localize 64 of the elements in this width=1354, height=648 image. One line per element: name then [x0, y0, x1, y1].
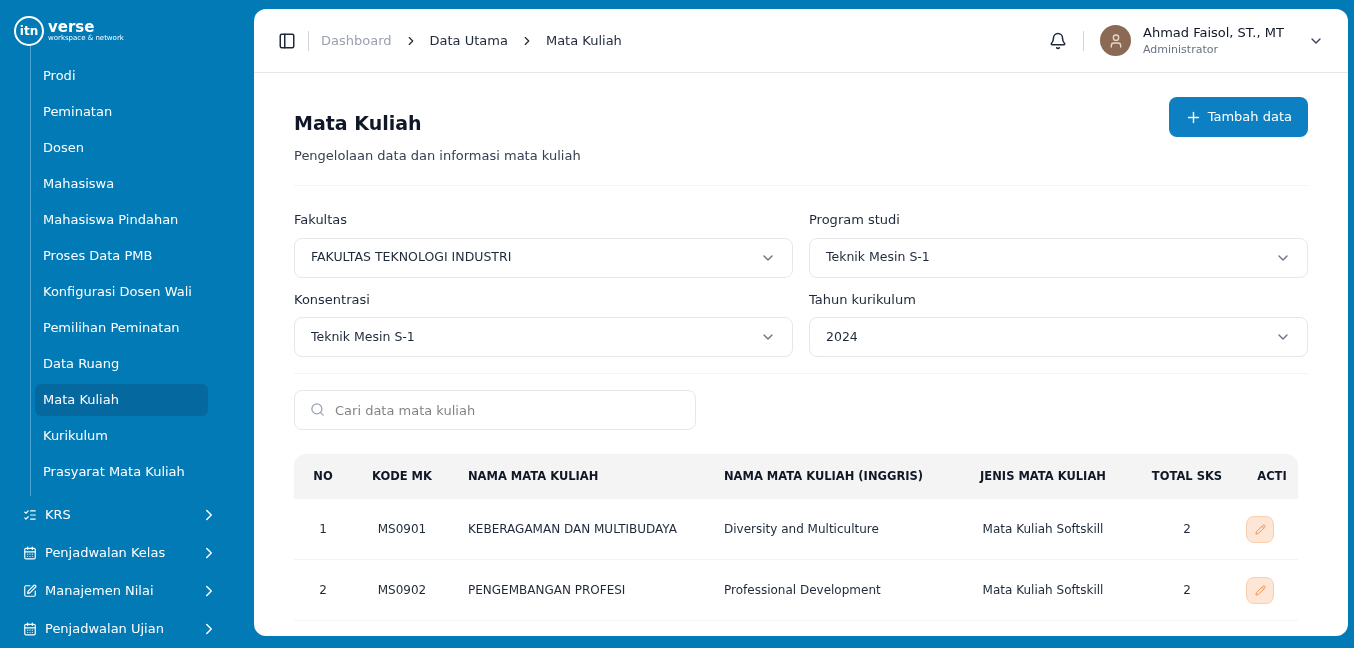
- sidebar-group[interactable]: Penjadwalan Kelas: [0, 534, 254, 572]
- sidebar-group[interactable]: Penjadwalan Ujian: [0, 610, 254, 648]
- column-header: NAMA MATA KULIAH: [467, 467, 600, 485]
- sidebar-subitem[interactable]: Dosen: [35, 132, 208, 164]
- table-cell-text: Mata Kuliah Softskill: [981, 521, 1105, 538]
- table-cell-text: Mata Kuliah Softskill: [981, 582, 1105, 599]
- filter-label: Fakultas: [294, 211, 349, 229]
- bell-icon[interactable]: [1049, 31, 1067, 50]
- table-cell-text: 2: [1182, 582, 1192, 599]
- sidebar-group[interactable]: KRS: [0, 496, 254, 534]
- search-field[interactable]: Cari data mata kuliah: [294, 390, 696, 430]
- calendar-icon: [23, 546, 37, 560]
- select-field[interactable]: Teknik Mesin S-1: [294, 317, 793, 357]
- filter-label: Tahun kurikulum: [809, 290, 917, 309]
- table-cell-text: PENGEMBANGAN PROFESI: [467, 582, 627, 599]
- sidebar-toggle-icon[interactable]: [278, 31, 296, 50]
- logo-mark: itn: [14, 16, 44, 46]
- table-cell-text: Professional Development: [723, 582, 882, 599]
- sidebar-subitem[interactable]: Kurikulum: [35, 420, 208, 452]
- sidebar-subitem[interactable]: Pemilihan Peminatan: [35, 312, 208, 344]
- column-header: NO: [312, 467, 334, 485]
- column-header: ACTI: [1256, 467, 1288, 485]
- column-header: JENIS MATA KULIAH: [978, 467, 1107, 485]
- select-field[interactable]: FAKULTAS TEKNOLOGI INDUSTRI: [294, 237, 793, 278]
- table-cell-text: KEBERAGAMAN DAN MULTIBUDAYA: [467, 521, 678, 538]
- user-name: Ahmad Faisol, ST., MT: [1143, 23, 1285, 42]
- select-field[interactable]: 2024: [809, 317, 1308, 357]
- table-cell-text: 2: [318, 582, 328, 599]
- sidebar-subitem[interactable]: Proses Data PMB: [35, 240, 208, 272]
- sidebar-subitem[interactable]: Peminatan: [35, 96, 208, 128]
- page-title: Mata Kuliah: [294, 111, 423, 136]
- column-header: NAMA MATA KULIAH (INGGRIS): [723, 467, 925, 485]
- logo-name: verse: [48, 20, 96, 35]
- table-cell-text: MS0902: [376, 582, 428, 599]
- table-cell-text: 1: [318, 521, 328, 538]
- select-field[interactable]: Teknik Mesin S-1: [809, 237, 1308, 278]
- breadcrumb-link[interactable]: Data Utama: [429, 30, 508, 51]
- sidebar-subitem[interactable]: Mahasiswa Pindahan: [35, 204, 208, 236]
- column-header: TOTAL SKS: [1150, 467, 1224, 485]
- sidebar-subitem[interactable]: Prasyarat Mata Kuliah: [35, 456, 208, 488]
- sidebar-subitem[interactable]: Mahasiswa: [35, 168, 208, 200]
- table-cell-text: MS0901: [376, 521, 428, 538]
- sidebar-group[interactable]: Manajemen Nilai: [0, 572, 254, 610]
- sidebar-subitem[interactable]: Mata Kuliah: [35, 384, 208, 416]
- search-icon: [310, 402, 325, 417]
- page-subtitle: Pengelolaan data dan informasi mata kuliah: [294, 146, 581, 165]
- checklist-icon: [23, 508, 37, 522]
- pencil-icon: [1254, 584, 1266, 596]
- column-header: KODE MK: [371, 467, 433, 485]
- user-role: Administrator: [1143, 42, 1219, 58]
- filter-label: Program studi: [809, 211, 901, 229]
- calendar-icon: [23, 622, 37, 636]
- sidebar-subitem[interactable]: Data Ruang: [35, 348, 208, 380]
- add-data-button[interactable]: Tambah data: [1168, 97, 1308, 137]
- edit-icon: [23, 584, 37, 598]
- avatar: [1100, 25, 1131, 56]
- breadcrumb-link[interactable]: Mata Kuliah: [545, 30, 622, 51]
- table-cell-text: 2: [1182, 521, 1192, 538]
- sidebar-subitem[interactable]: Konfigurasi Dosen Wali: [35, 276, 208, 308]
- table-cell-text: Diversity and Multiculture: [723, 521, 880, 538]
- pencil-icon: [1254, 523, 1266, 535]
- filter-label: Konsentrasi: [294, 290, 371, 309]
- breadcrumb-link[interactable]: Dashboard: [321, 30, 392, 51]
- sidebar-subitem[interactable]: Prodi: [35, 60, 208, 92]
